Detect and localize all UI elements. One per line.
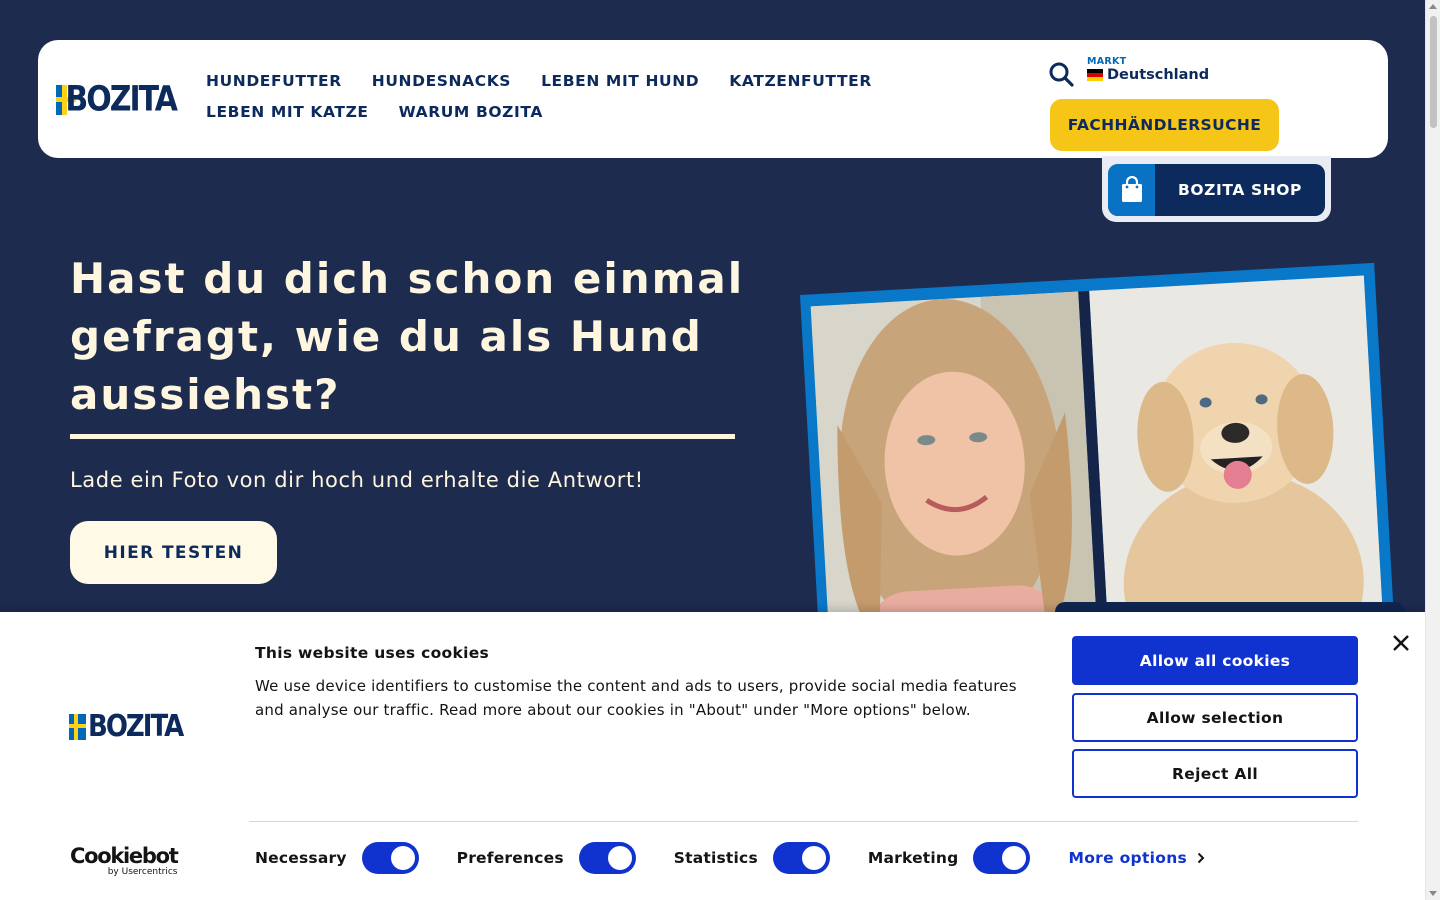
cookiebot-sub: by Usercentrics	[107, 867, 178, 877]
hero-subtitle: Lade ein Foto von dir hoch und erhalte d…	[70, 468, 644, 492]
market-value: Deutschland	[1107, 67, 1210, 83]
necessary-switch[interactable]	[361, 842, 419, 874]
bozita-shop-button[interactable]: BOZITA SHOP	[1108, 164, 1325, 216]
nav-item-warum-bozita[interactable]: WARUM BOZITA	[399, 101, 543, 123]
hier-testen-button[interactable]: HIER TESTEN	[70, 521, 277, 584]
cookiebot-name: Cookiebot	[70, 844, 179, 868]
page-scrollbar[interactable]	[1425, 0, 1440, 900]
toggle-label: Statistics	[673, 849, 758, 867]
statistics-switch[interactable]	[772, 842, 830, 874]
scroll-down-icon[interactable]	[1429, 891, 1437, 896]
germany-flag-icon	[1087, 69, 1103, 81]
hero-divider	[70, 434, 735, 439]
toggle-marketing: Marketing	[868, 842, 1031, 874]
scroll-up-icon[interactable]	[1429, 4, 1437, 9]
nav-item-leben-mit-katze[interactable]: LEBEN MIT KATZE	[206, 101, 369, 123]
dealer-search-button[interactable]: FACHHÄNDLERSUCHE	[1050, 99, 1279, 151]
close-icon[interactable]	[1392, 634, 1410, 652]
toggle-label: Preferences	[456, 849, 564, 867]
more-options-label: More options	[1068, 849, 1188, 867]
site-header: BOZITA HUNDEFUTTER HUNDESNACKS LEBEN MIT…	[38, 40, 1388, 158]
toggle-statistics: Statistics	[674, 842, 830, 874]
cookie-divider	[249, 821, 1358, 822]
allow-all-cookies-button[interactable]: Allow all cookies	[1072, 636, 1358, 685]
logo-text: BOZITA	[65, 79, 178, 120]
cookiebot-logo: Cookiebot by Usercentrics	[70, 844, 179, 877]
more-options-link[interactable]: More options	[1068, 849, 1205, 867]
toggle-preferences: Preferences	[457, 842, 636, 874]
marketing-switch[interactable]	[973, 842, 1031, 874]
preferences-switch[interactable]	[578, 842, 636, 874]
cookie-description: We use device identifiers to customise t…	[255, 677, 1017, 719]
bozita-logo[interactable]: BOZITA	[56, 79, 178, 120]
shop-button-label: BOZITA SHOP	[1177, 181, 1303, 199]
chevron-right-icon	[1197, 852, 1205, 864]
toggle-necessary: Necessary	[255, 842, 419, 874]
cookie-logo-text: BOZITA	[88, 709, 184, 745]
toggle-label: Necessary	[255, 849, 347, 867]
cookie-title: This website uses cookies	[255, 644, 490, 662]
cookie-banner-logo: BOZITA	[69, 709, 184, 745]
cookie-banner: BOZITA This website uses cookies We use …	[0, 612, 1425, 900]
shop-tab: BOZITA SHOP	[1102, 156, 1331, 222]
swedish-flag-icon	[69, 714, 86, 740]
search-icon[interactable]	[1048, 61, 1074, 87]
shopping-bag-icon	[1108, 164, 1155, 216]
nav-item-hundefutter[interactable]: HUNDEFUTTER	[206, 70, 342, 92]
toggle-label: Marketing	[867, 849, 959, 867]
market-selector[interactable]: MARKT Deutschland	[1087, 56, 1209, 83]
nav-item-hundesnacks[interactable]: HUNDESNACKS	[372, 70, 511, 92]
swedish-flag-icon	[56, 85, 78, 115]
allow-selection-button[interactable]: Allow selection	[1072, 693, 1358, 742]
reject-all-button[interactable]: Reject All	[1072, 749, 1358, 798]
nav-item-leben-mit-hund[interactable]: LEBEN MIT HUND	[541, 70, 699, 92]
hero-title: Hast du dich schon einmal gefragt, wie d…	[70, 254, 745, 419]
consent-toggles: Necessary Preferences Statistics Marketi…	[255, 842, 1205, 874]
main-nav: HUNDEFUTTER HUNDESNACKS LEBEN MIT HUND K…	[206, 70, 886, 123]
market-label: MARKT	[1087, 56, 1127, 67]
scrollbar-thumb[interactable]	[1430, 16, 1437, 128]
nav-item-katzenfutter[interactable]: KATZENFUTTER	[729, 70, 872, 92]
